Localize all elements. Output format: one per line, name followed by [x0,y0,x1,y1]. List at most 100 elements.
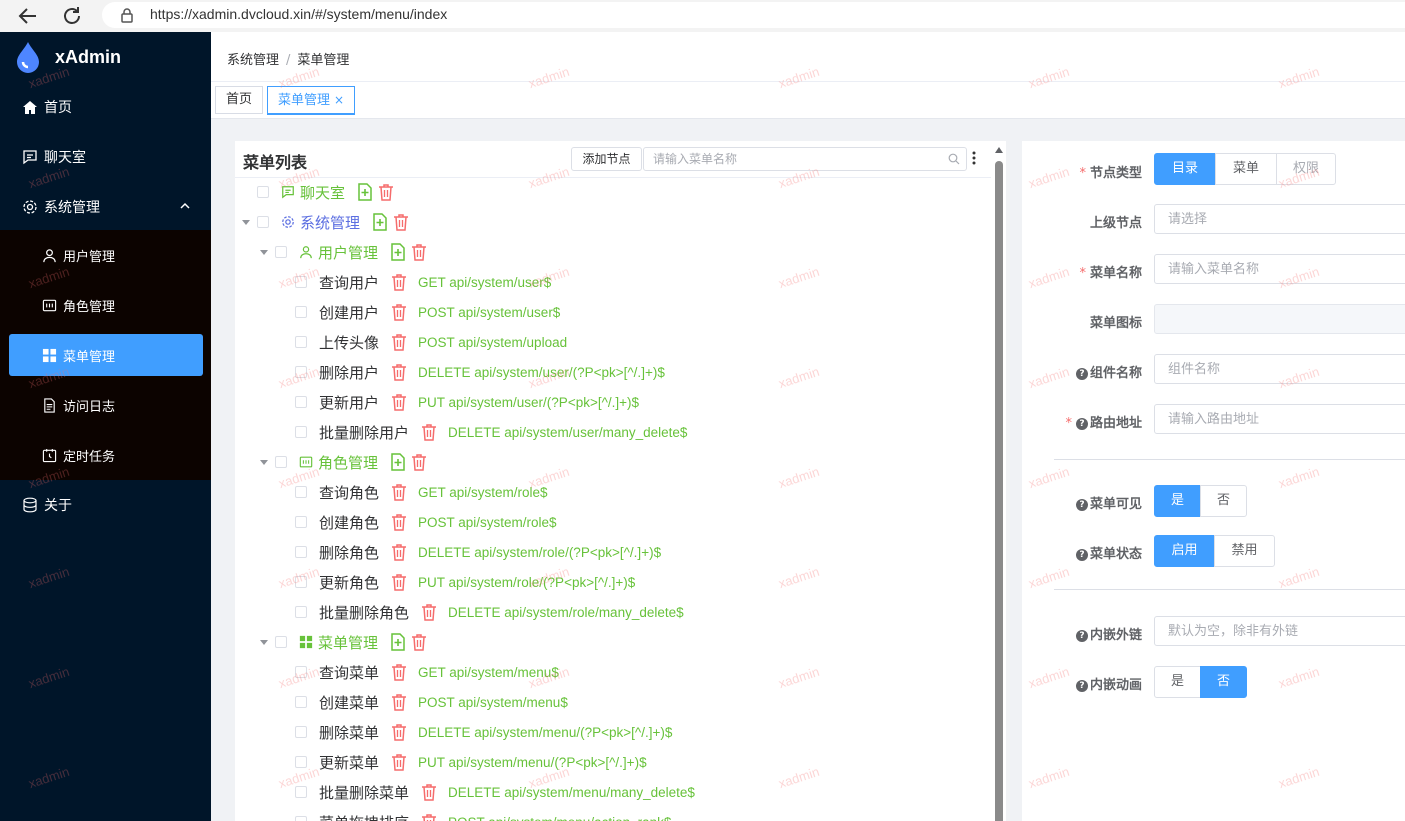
delete-icon[interactable] [411,243,427,261]
tree-checkbox[interactable] [295,726,307,738]
route-path-input[interactable] [1166,411,1400,428]
tree-checkbox[interactable] [295,606,307,618]
tree-checkbox[interactable] [295,366,307,378]
status-option-disabled[interactable]: 禁用 [1214,535,1275,567]
delete-icon[interactable] [391,273,407,291]
delete-icon[interactable] [391,573,407,591]
tree-menu-row[interactable]: 聊天室 [241,177,399,207]
help-icon[interactable]: ? [1075,549,1088,561]
tree-checkbox[interactable] [295,696,307,708]
tree-checkbox[interactable] [295,666,307,678]
tree-checkbox[interactable] [257,216,269,228]
tree-permission-row[interactable]: 创建用户 POST api/system/user$ [295,297,560,327]
sidebar-item-chat[interactable]: 聊天室 [0,132,211,182]
tree-checkbox[interactable] [295,516,307,528]
sidebar-item-roles[interactable]: 角色管理 [0,280,211,330]
sidebar-item-users[interactable]: 用户管理 [0,230,211,280]
scroll-up-arrow-icon[interactable] [994,145,1004,155]
sidebar-item-menus[interactable]: 菜单管理 [9,334,203,376]
caret-down-icon[interactable] [259,248,269,256]
tree-menu-row[interactable]: 菜单管理 [259,627,432,657]
menu-name-field[interactable] [1154,254,1405,284]
delete-icon[interactable] [391,333,407,351]
add-child-icon[interactable] [357,183,373,201]
tree-checkbox[interactable] [295,786,307,798]
delete-icon[interactable] [393,213,409,231]
delete-icon[interactable] [391,723,407,741]
delete-icon[interactable] [391,483,407,501]
tree-permission-row[interactable]: 创建角色 POST api/system/role$ [295,507,557,537]
node-type-option-menu[interactable]: 菜单 [1215,153,1277,185]
add-child-icon[interactable] [390,453,406,471]
tree-checkbox[interactable] [295,276,307,288]
tree-permission-row[interactable]: 批量删除用户 DELETE api/system/user/many_delete… [295,417,687,447]
tree-permission-row[interactable]: 查询用户 GET api/system/user$ [295,267,551,297]
delete-icon[interactable] [378,183,394,201]
delete-icon[interactable] [391,663,407,681]
node-type-option-dir[interactable]: 目录 [1154,153,1216,185]
caret-down-icon[interactable] [259,638,269,646]
tree-checkbox[interactable] [295,756,307,768]
tab-menu-management[interactable]: 菜单管理 × [267,86,356,115]
menu-name-input[interactable] [1166,261,1400,278]
tree-permission-row[interactable]: 菜单拖拽排序 POST api/system/menu/action_rank$ [295,807,671,821]
tree-permission-row[interactable]: 删除菜单 DELETE api/system/menu/(?P<pk>[^/.]+… [295,717,672,747]
delete-icon[interactable] [391,753,407,771]
menu-search-input[interactable] [651,151,935,167]
help-icon[interactable]: ? [1075,418,1088,430]
tree-checkbox[interactable] [295,576,307,588]
help-icon[interactable]: ? [1075,680,1088,692]
delete-icon[interactable] [391,393,407,411]
app-logo[interactable]: xAdmin [0,32,211,82]
parent-node-input[interactable] [1166,211,1400,228]
add-node-button[interactable]: 添加节点 [571,147,642,171]
delete-icon[interactable] [411,453,427,471]
breadcrumb-item-system[interactable]: 系统管理 [227,53,279,68]
help-icon[interactable]: ? [1075,368,1088,380]
parent-node-select[interactable] [1154,204,1405,234]
sidebar-item-jobs[interactable]: 定时任务 [0,430,211,480]
delete-icon[interactable] [391,543,407,561]
help-icon[interactable]: ? [1075,499,1088,511]
sidebar-item-system[interactable]: 系统管理 [0,182,211,232]
caret-down-icon[interactable] [241,218,251,226]
tree-permission-row[interactable]: 批量删除菜单 DELETE api/system/menu/many_delete… [295,777,695,807]
add-child-icon[interactable] [390,243,406,261]
delete-icon[interactable] [391,363,407,381]
reload-icon[interactable] [60,4,84,28]
back-arrow-icon[interactable] [16,4,40,28]
frame-animation-option-no[interactable]: 否 [1200,666,1247,698]
caret-down-icon[interactable] [259,458,269,466]
tree-checkbox[interactable] [295,486,307,498]
route-path-field[interactable] [1154,404,1405,434]
tree-directory-row[interactable]: 系统管理 [241,207,414,237]
tab-home[interactable]: 首页 [215,86,264,114]
tree-checkbox[interactable] [295,546,307,558]
tree-checkbox[interactable] [275,246,287,258]
tree-permission-row[interactable]: 创建菜单 POST api/system/menu$ [295,687,568,717]
frame-url-field[interactable] [1154,616,1405,646]
tree-checkbox[interactable] [295,396,307,408]
add-child-icon[interactable] [372,213,388,231]
delete-icon[interactable] [391,303,407,321]
tree-checkbox[interactable] [295,306,307,318]
tree-permission-row[interactable]: 更新角色 PUT api/system/role/(?P<pk>[^/.]+)$ [295,567,635,597]
tree-permission-row[interactable]: 更新用户 PUT api/system/user/(?P<pk>[^/.]+)$ [295,387,639,417]
tree-menu-row[interactable]: 角色管理 [259,447,432,477]
tree-checkbox[interactable] [295,426,307,438]
help-icon[interactable]: ? [1075,630,1088,642]
delete-icon[interactable] [421,423,437,441]
tree-permission-row[interactable]: 批量删除角色 DELETE api/system/role/many_delete… [295,597,684,627]
tree-permission-row[interactable]: 上传头像 POST api/system/upload [295,327,567,357]
tree-permission-row[interactable]: 查询角色 GET api/system/role$ [295,477,548,507]
frame-url-input[interactable] [1166,623,1400,640]
tree-checkbox[interactable] [275,636,287,648]
tree-permission-row[interactable]: 更新菜单 PUT api/system/menu/(?P<pk>[^/.]+)$ [295,747,647,777]
sidebar-item-about[interactable]: 关于 [0,480,211,530]
status-option-enabled[interactable]: 启用 [1154,535,1215,567]
visible-option-yes[interactable]: 是 [1154,485,1201,517]
frame-animation-option-yes[interactable]: 是 [1154,666,1201,698]
scrollbar-thumb[interactable] [995,161,1003,821]
tree-scrollbar[interactable] [994,145,1004,821]
sidebar-item-home[interactable]: 首页 [0,82,211,132]
